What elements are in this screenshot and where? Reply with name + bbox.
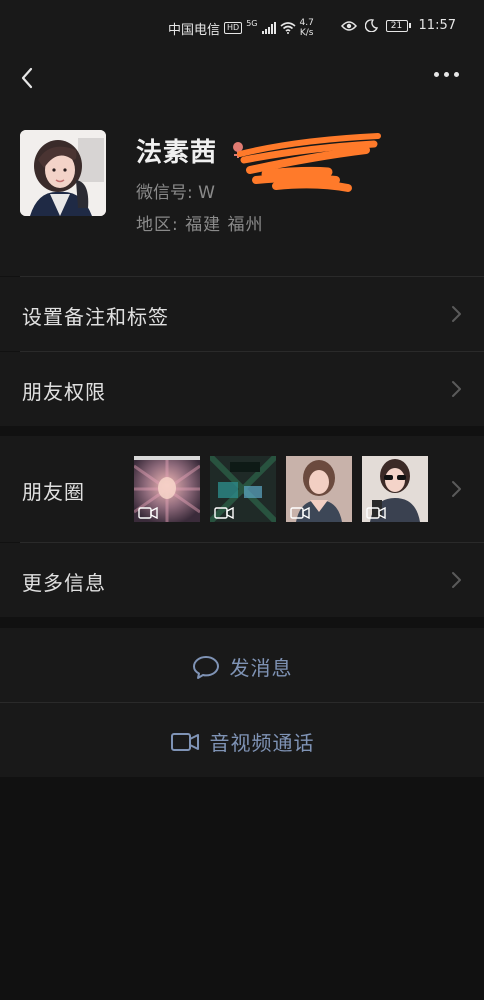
chat-bubble-icon bbox=[192, 655, 219, 679]
redaction-scribble bbox=[237, 133, 381, 192]
network-speed: 4.7 K/s bbox=[300, 18, 314, 38]
chevron-right-icon bbox=[452, 381, 461, 397]
more-info-label: 更多信息 bbox=[22, 571, 106, 595]
speed-value: 4.7 bbox=[299, 18, 314, 28]
wifi-icon bbox=[279, 22, 296, 34]
moment-thumbnail bbox=[362, 456, 428, 522]
moon-icon bbox=[364, 19, 378, 32]
chevron-right-icon bbox=[452, 306, 461, 322]
av-call-button[interactable]: 音视频通话 bbox=[0, 703, 484, 777]
network-badge: 5G bbox=[246, 19, 258, 28]
profile-header: 法素茜 微信号: W 地区: 福建 福州 bbox=[0, 102, 484, 276]
contact-profile-screen: 中国电信 HD 5G 4.7 K/s 21 11:57 法素茜 微信号: W 地… bbox=[0, 0, 484, 1000]
send-message-button[interactable]: 发消息 bbox=[0, 628, 484, 702]
friend-permissions-label: 朋友权限 bbox=[22, 380, 106, 404]
moment-thumbnail bbox=[134, 456, 200, 522]
wechat-id-label: 微信号: bbox=[136, 183, 199, 203]
video-icon bbox=[366, 507, 386, 519]
status-right: 21 11:57 bbox=[340, 18, 456, 33]
send-message-label: 发消息 bbox=[229, 656, 293, 680]
video-icon bbox=[290, 507, 310, 519]
status-bar: 中国电信 HD 5G 4.7 K/s 21 11:57 bbox=[0, 0, 484, 56]
moments-row[interactable]: 朋友圈 bbox=[0, 436, 484, 542]
moments-label: 朋友圈 bbox=[22, 480, 85, 504]
profile-name: 法素茜 bbox=[136, 138, 218, 168]
avatar[interactable] bbox=[20, 130, 106, 216]
region-label: 地区: bbox=[136, 215, 186, 235]
wechat-id: 微信号: W bbox=[136, 178, 215, 203]
eye-icon bbox=[340, 20, 357, 31]
more-info-row[interactable]: 更多信息 bbox=[0, 543, 484, 617]
back-chevron-icon[interactable] bbox=[16, 64, 40, 92]
remark-tags-label: 设置备注和标签 bbox=[22, 305, 169, 329]
carrier-name: 中国电信 bbox=[168, 22, 221, 38]
moments-thumbnails bbox=[134, 456, 428, 522]
friend-permissions-row[interactable]: 朋友权限 bbox=[0, 352, 484, 426]
video-icon bbox=[138, 507, 158, 519]
battery-level: 21 bbox=[385, 19, 408, 32]
region-value: 福建 福州 bbox=[185, 215, 264, 235]
clock: 11:57 bbox=[418, 18, 456, 33]
wechat-id-visible: W bbox=[198, 183, 215, 203]
av-call-label: 音视频通话 bbox=[209, 731, 315, 755]
region: 地区: 福建 福州 bbox=[136, 210, 264, 235]
hd-badge: HD bbox=[224, 22, 243, 34]
status-left: 中国电信 HD 5G 4.7 K/s bbox=[168, 18, 314, 38]
video-camera-icon bbox=[170, 732, 199, 751]
nav-bar bbox=[0, 56, 484, 102]
video-icon bbox=[214, 507, 234, 519]
battery-icon: 21 bbox=[385, 19, 411, 32]
remark-tags-row[interactable]: 设置备注和标签 bbox=[0, 277, 484, 351]
chevron-right-icon bbox=[452, 572, 461, 588]
more-dots-icon[interactable] bbox=[434, 72, 462, 82]
chevron-right-icon bbox=[452, 481, 461, 497]
moment-thumbnail bbox=[210, 456, 276, 522]
signal-icon bbox=[261, 22, 276, 34]
speed-unit: K/s bbox=[299, 28, 314, 38]
moment-thumbnail bbox=[286, 456, 352, 522]
